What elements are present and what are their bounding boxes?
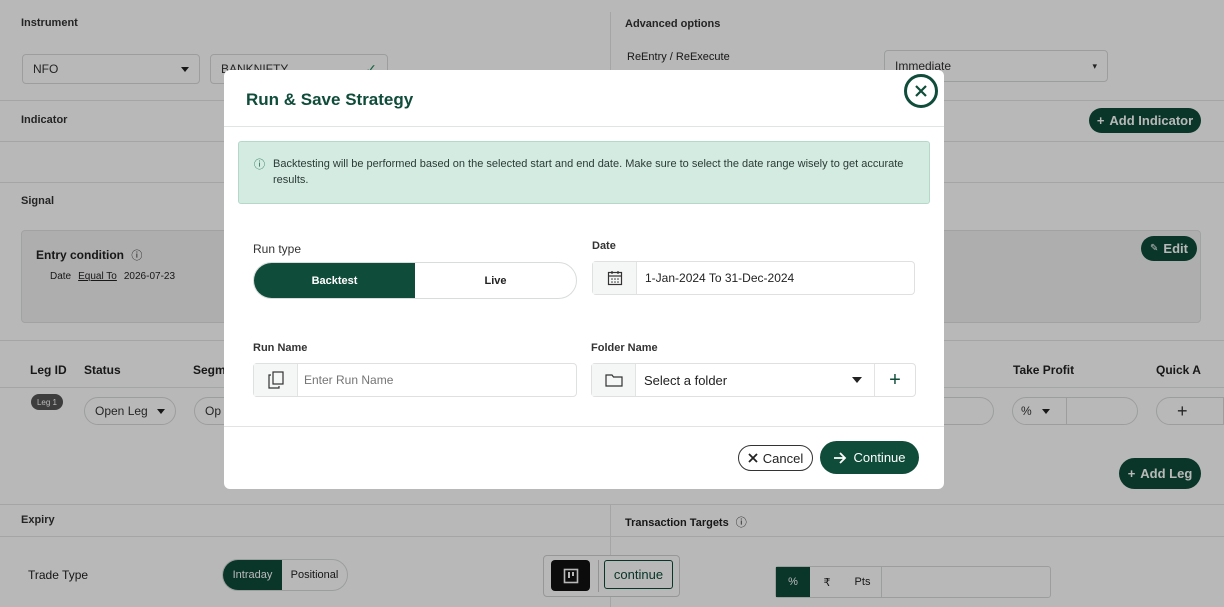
modal-title: Run & Save Strategy (246, 90, 414, 109)
info-icon: ⓘ (254, 159, 265, 171)
copy-icon (254, 364, 298, 396)
cancel-button[interactable]: Cancel (738, 445, 813, 471)
run-type-toggle: Backtest Live (253, 262, 577, 299)
run-type-backtest[interactable]: Backtest (254, 263, 415, 298)
close-icon (915, 85, 927, 97)
date-range-field[interactable]: 1-Jan-2024 To 31-Dec-2024 (592, 261, 915, 295)
plus-icon: + (889, 368, 901, 391)
backtest-info-text: Backtesting will be performed based on t… (273, 158, 904, 186)
run-name-label: Run Name (253, 342, 308, 354)
modal-footer-divider (224, 426, 944, 427)
run-type-live[interactable]: Live (415, 263, 576, 298)
folder-select-placeholder: Select a folder (644, 372, 728, 388)
arrow-right-icon (834, 451, 847, 464)
add-folder-button[interactable]: + (874, 364, 915, 396)
folder-name-label: Folder Name (591, 342, 658, 354)
continue-label: Continue (853, 450, 906, 465)
folder-icon (592, 364, 636, 396)
run-name-field[interactable] (253, 363, 577, 397)
run-save-strategy-modal: Run & Save Strategy ⓘ Backtesting will b… (224, 70, 944, 489)
date-label: Date (592, 240, 616, 252)
cancel-label: Cancel (762, 450, 804, 466)
chevron-down-icon (852, 377, 862, 383)
folder-select-field[interactable]: Select a folder + (591, 363, 916, 397)
calendar-icon (593, 262, 637, 294)
date-range-value: 1-Jan-2024 To 31-Dec-2024 (645, 271, 795, 285)
modal-close-button[interactable] (904, 74, 938, 108)
run-name-input[interactable] (298, 373, 558, 387)
modal-header-divider (224, 126, 944, 127)
run-type-label: Run type (253, 242, 302, 256)
continue-button[interactable]: Continue (820, 441, 919, 474)
close-icon (748, 453, 758, 463)
backtest-info-alert: ⓘ Backtesting will be performed based on… (238, 141, 930, 204)
